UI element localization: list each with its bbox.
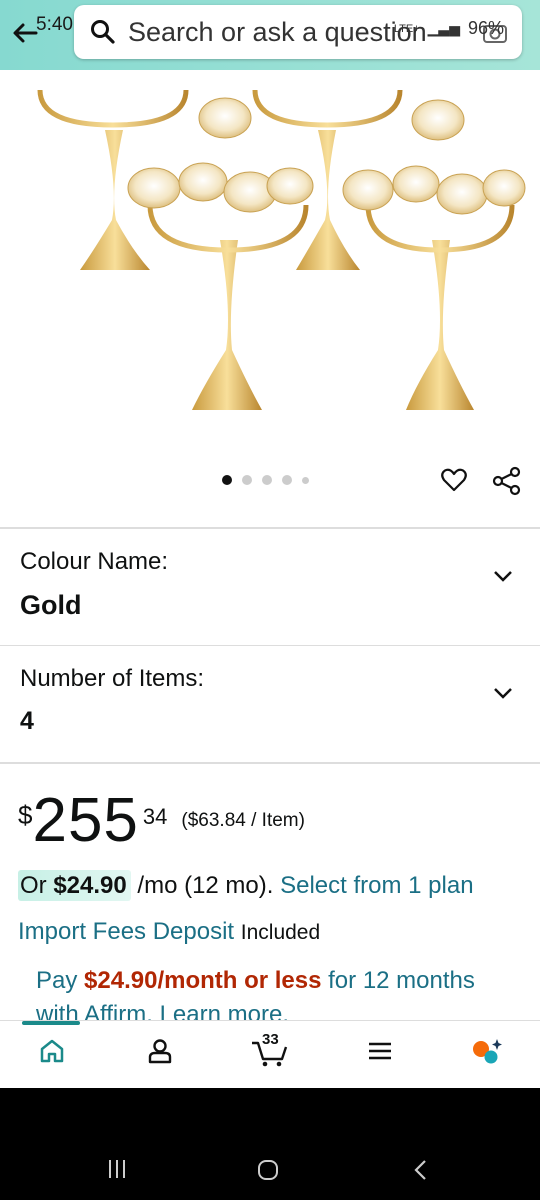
finance-amount: $24.90	[53, 872, 127, 899]
heart-icon[interactable]	[440, 466, 468, 494]
affirm-amount: $24.90/month or less	[84, 967, 322, 994]
recent-apps-icon[interactable]	[106, 1158, 128, 1180]
battery-level: 96%	[467, 18, 504, 38]
finance-term: /mo (12 mo).	[130, 872, 281, 899]
colour-label: Colour Name:	[20, 548, 169, 575]
share-icon[interactable]	[492, 466, 522, 496]
image-pagination[interactable]	[222, 475, 309, 485]
search-input[interactable]: Search or ask a question	[128, 17, 427, 48]
divider	[0, 762, 540, 764]
price-symbol: $	[18, 800, 33, 830]
import-fees: Import Fees Deposit Included	[18, 918, 320, 946]
candelabra-illustration	[37, 89, 526, 410]
colour-selector[interactable]: Colour Name: Gold	[20, 548, 168, 621]
affirm-pay: Pay	[36, 967, 85, 994]
rufus-assistant-icon[interactable]	[470, 1037, 504, 1067]
bottom-nav: 33	[0, 1020, 540, 1085]
import-fees-link[interactable]: Import Fees Deposit	[18, 918, 234, 945]
back-system-icon[interactable]	[410, 1158, 430, 1182]
status-indicators: LTE+ ▁▃▅ 96%	[394, 18, 504, 39]
price-fraction: 34	[142, 804, 168, 829]
signal-icon: ▁▃▅	[427, 20, 460, 36]
items-selector[interactable]: Number of Items: 4	[20, 665, 204, 736]
menu-icon[interactable]	[366, 1037, 394, 1065]
select-plan-link[interactable]: Select from 1 plan	[280, 872, 473, 899]
items-value: 4	[20, 707, 34, 735]
items-label: Number of Items:	[20, 665, 205, 692]
system-nav-bar	[0, 1088, 540, 1200]
pagination-dot[interactable]	[262, 475, 272, 485]
price-whole: 255	[32, 786, 139, 855]
product-image[interactable]	[0, 70, 540, 450]
chevron-down-icon[interactable]	[492, 685, 514, 701]
home-icon[interactable]	[38, 1037, 66, 1065]
network-label: LTE+	[393, 22, 420, 35]
pagination-dot[interactable]	[222, 475, 232, 485]
divider	[0, 527, 540, 529]
pagination-dot[interactable]	[282, 475, 292, 485]
finance-or: Or	[20, 872, 54, 899]
price: $ 255 34 ($63.84 / Item)	[18, 790, 305, 852]
chevron-down-icon[interactable]	[492, 568, 514, 584]
divider	[0, 645, 540, 646]
monthly-payment: Or $24.90 /mo (12 mo). Select from 1 pla…	[18, 870, 474, 901]
status-time: 5:40	[36, 14, 73, 35]
fees-included: Included	[240, 921, 321, 944]
price-per-item: ($63.84 / Item)	[181, 810, 305, 831]
home-system-icon[interactable]	[256, 1158, 280, 1182]
account-icon[interactable]	[146, 1037, 174, 1065]
search-icon	[91, 20, 115, 44]
active-tab-indicator	[22, 1021, 80, 1025]
colour-value: Gold	[20, 590, 82, 620]
pagination-dot[interactable]	[302, 476, 309, 484]
monthly-highlight: Or $24.90	[18, 870, 131, 901]
cart-count: 33	[262, 1031, 279, 1048]
pagination-dot[interactable]	[242, 475, 252, 485]
